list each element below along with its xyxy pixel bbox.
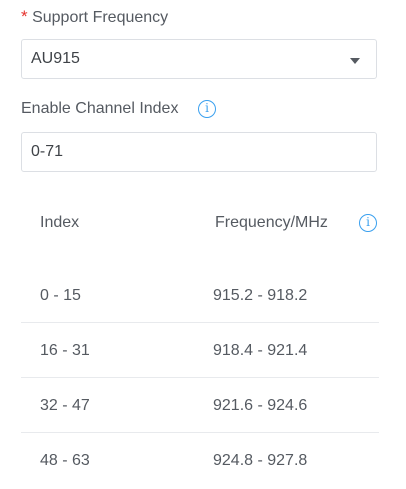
support-frequency-label: * Support Frequency — [21, 7, 168, 27]
table-row-index: 32 - 47 — [40, 397, 90, 414]
channel-index-value: 0-71 — [31, 143, 64, 160]
channel-index-label: Enable Channel Index — [21, 100, 179, 117]
support-frequency-value: AU915 — [31, 50, 80, 67]
dropdown-caret-icon — [350, 58, 360, 64]
table-row-frequency: 921.6 - 924.6 — [213, 397, 308, 414]
table-row-index: 16 - 31 — [40, 342, 90, 359]
table-row-index: 0 - 15 — [40, 287, 81, 304]
row-divider — [21, 432, 379, 433]
table-row-frequency: 924.8 - 927.8 — [213, 452, 308, 469]
table-header-frequency: Frequency/MHz — [215, 214, 328, 231]
channel-index-input[interactable]: 0-71 — [21, 132, 377, 172]
frequency-info-icon[interactable]: i — [359, 214, 377, 232]
table-header-index: Index — [40, 214, 80, 231]
channel-index-info-icon[interactable]: i — [198, 100, 216, 118]
row-divider — [21, 322, 379, 323]
support-frequency-select[interactable]: AU915 — [21, 39, 377, 79]
required-mark: * — [21, 7, 28, 26]
row-divider — [21, 377, 379, 378]
table-row-frequency: 918.4 - 921.4 — [213, 342, 308, 359]
support-frequency-label-text: Support Frequency — [32, 9, 169, 26]
table-row-frequency: 915.2 - 918.2 — [213, 287, 308, 304]
table-row-index: 48 - 63 — [40, 452, 90, 469]
